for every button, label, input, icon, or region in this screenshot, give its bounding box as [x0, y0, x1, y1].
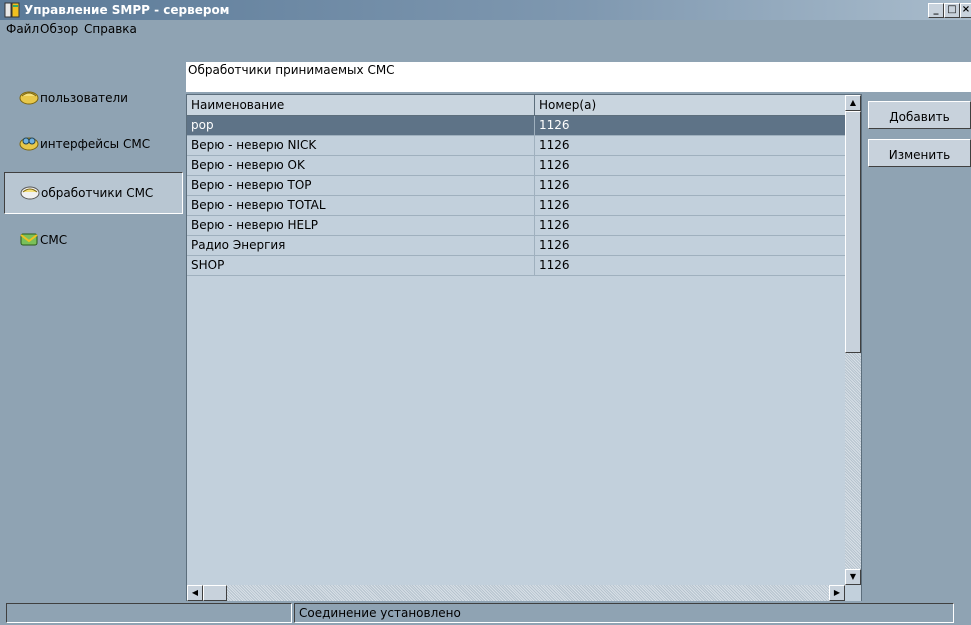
sidebar-item-label: интерфейсы СМС: [40, 137, 151, 151]
sidebar-item-sms[interactable]: СМС: [4, 220, 181, 260]
minimize-button[interactable]: _: [928, 3, 944, 18]
cell-number: 1126: [539, 138, 570, 152]
sidebar-item-label: пользователи: [40, 91, 128, 105]
handlers-table: Наименование Номер(а) pop 1126 Верю - не…: [186, 94, 862, 602]
scroll-left-icon[interactable]: ◀: [187, 585, 203, 601]
table-row[interactable]: Верю - неверю OK 1126: [187, 156, 845, 176]
horizontal-scrollbar[interactable]: ◀ ▶: [187, 585, 845, 601]
handlers-icon: [20, 186, 40, 200]
app-icon: [4, 2, 20, 18]
table-header: Наименование Номер(а): [187, 95, 845, 116]
vertical-scroll-thumb[interactable]: [845, 111, 861, 353]
table-row[interactable]: Верю - неверю NICK 1126: [187, 136, 845, 156]
status-bar: Соединение установлено: [0, 601, 971, 625]
cell-number: 1126: [539, 218, 570, 232]
table-row[interactable]: Верю - неверю TOTAL 1126: [187, 196, 845, 216]
sidebar-item-users[interactable]: пользователи: [4, 78, 181, 118]
sidebar-item-handlers[interactable]: обработчики СМС: [4, 172, 183, 214]
cell-name: SHOP: [187, 256, 535, 275]
cell-number: 1126: [539, 178, 570, 192]
cell-name: Верю - неверю TOTAL: [187, 196, 535, 215]
add-button[interactable]: Добавить: [868, 101, 971, 129]
cell-name: pop: [187, 116, 535, 135]
menu-help[interactable]: Справка: [84, 22, 137, 36]
cell-name: Верю - неверю OK: [187, 156, 535, 175]
title-bar: Управление SMPP - сервером _ □ ×: [0, 0, 971, 20]
menu-view[interactable]: Обзор: [40, 22, 78, 36]
section-title: Обработчики принимаемых СМС: [186, 62, 971, 92]
window-title: Управление SMPP - сервером: [24, 3, 230, 17]
table-row[interactable]: SHOP 1126: [187, 256, 845, 276]
cell-number: 1126: [539, 198, 570, 212]
column-header-number[interactable]: Номер(а): [535, 95, 845, 115]
cell-name: Радио Энергия: [187, 236, 535, 255]
cell-number: 1126: [539, 118, 570, 132]
cell-number: 1126: [539, 158, 570, 172]
table-row[interactable]: pop 1126: [187, 116, 845, 136]
connection-status: Соединение установлено: [294, 603, 954, 623]
cell-name: Верю - неверю NICK: [187, 136, 535, 155]
sidebar: пользователи интерфейсы СМС обработчики …: [0, 38, 184, 600]
interfaces-icon: [19, 137, 39, 151]
table-row[interactable]: Радио Энергия 1126: [187, 236, 845, 256]
table-row[interactable]: Верю - неверю TOP 1126: [187, 176, 845, 196]
cell-name: Верю - неверю TOP: [187, 176, 535, 195]
sidebar-item-label: обработчики СМС: [41, 186, 154, 200]
users-icon: [19, 91, 39, 105]
status-pane-empty: [6, 603, 292, 623]
sms-icon: [20, 233, 38, 246]
scroll-up-icon[interactable]: ▲: [845, 95, 861, 111]
table-row[interactable]: Верю - неверю HELP 1126: [187, 216, 845, 236]
menu-bar: Файл Обзор Справка: [0, 20, 971, 38]
scroll-down-icon[interactable]: ▼: [845, 569, 861, 585]
section-title-text: Обработчики принимаемых СМС: [188, 63, 395, 77]
maximize-button[interactable]: □: [944, 3, 960, 18]
vertical-scrollbar[interactable]: ▲ ▼: [845, 95, 861, 585]
scroll-right-icon[interactable]: ▶: [829, 585, 845, 601]
edit-button[interactable]: Изменить: [868, 139, 971, 167]
horizontal-scroll-thumb[interactable]: [203, 585, 227, 601]
sidebar-item-label: СМС: [40, 233, 68, 247]
cell-number: 1126: [539, 258, 570, 272]
table-body: pop 1126 Верю - неверю NICK 1126 Верю - …: [187, 116, 845, 276]
cell-name: Верю - неверю HELP: [187, 216, 535, 235]
menu-file[interactable]: Файл: [6, 22, 39, 36]
column-header-name[interactable]: Наименование: [187, 95, 535, 115]
sidebar-item-interfaces[interactable]: интерфейсы СМС: [4, 124, 181, 164]
cell-number: 1126: [539, 238, 570, 252]
close-button[interactable]: ×: [960, 3, 971, 18]
